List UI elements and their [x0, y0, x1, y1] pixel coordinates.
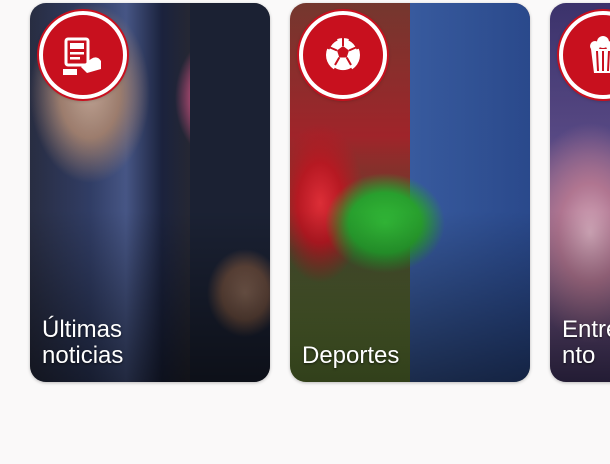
card-label: Deportes: [302, 342, 400, 369]
newspaper-hand-icon: [63, 37, 101, 75]
category-card-entretenimiento[interactable]: Entretenimie nto: [550, 3, 610, 382]
soccer-ball-icon: [326, 37, 360, 74]
popcorn-icon: [590, 36, 610, 73]
category-carousel[interactable]: Últimas noticias Deportes Entr nto: [0, 0, 610, 464]
category-card-deportes[interactable]: Deportes: [290, 3, 530, 382]
news-icon-badge: [39, 11, 127, 99]
card-label: Entretenimie nto: [562, 316, 610, 369]
category-card-ultimas-noticias[interactable]: Últimas noticias: [30, 3, 270, 382]
card-label: Últimas noticias: [42, 316, 124, 369]
sports-icon-badge: [299, 11, 387, 99]
